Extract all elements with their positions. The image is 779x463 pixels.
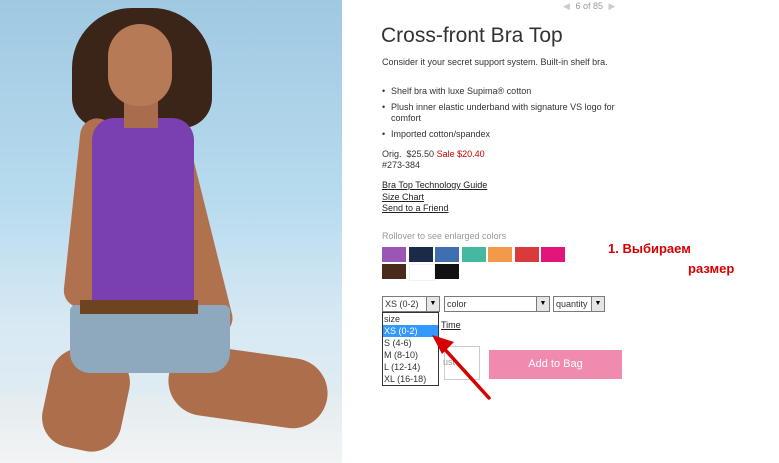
price-line: Orig. $25.50 Sale $20.40 (382, 149, 485, 159)
model-face (108, 24, 172, 106)
bra-top-guide-link[interactable]: Bra Top Technology Guide (382, 180, 487, 192)
model-belt (80, 300, 198, 314)
size-option[interactable]: L (12-14) (383, 361, 438, 373)
feature-item: Shelf bra with luxe Supima® cotton (382, 86, 632, 97)
size-option[interactable]: XS (0-2) (383, 325, 438, 337)
orig-price: $25.50 (406, 149, 435, 159)
add-to-bag-button[interactable]: Add to Bag (489, 350, 622, 379)
size-select[interactable]: XS (0-2) ▼ (382, 296, 440, 312)
rollover-hint: Rollover to see enlarged colors (382, 231, 507, 241)
color-swatch[interactable] (435, 247, 459, 262)
feature-item: Plush inner elastic underband with signa… (382, 102, 632, 124)
size-option[interactable]: M (8-10) (383, 349, 438, 361)
quantity-select[interactable]: quantity ▼ (553, 296, 605, 312)
color-swatch[interactable] (408, 247, 433, 262)
product-links: Bra Top Technology Guide Size Chart Send… (382, 180, 487, 215)
product-pager: ◀ 6 of 85 ▶ (560, 1, 618, 12)
size-option[interactable]: XL (16-18) (383, 373, 438, 385)
color-swatch[interactable] (435, 264, 459, 279)
model-purple-top (92, 118, 194, 308)
chevron-down-icon[interactable]: ▼ (591, 297, 604, 311)
color-select[interactable]: color ▼ (444, 296, 550, 312)
partial-text: ust (443, 357, 456, 367)
send-to-friend-link[interactable]: Send to a Friend (382, 203, 487, 215)
feature-item: Imported cotton/spandex (382, 129, 632, 140)
chevron-down-icon[interactable]: ▼ (426, 297, 439, 311)
color-select-value: color (447, 299, 467, 309)
size-select-value: XS (0-2) (385, 299, 419, 309)
orig-label: Orig. (382, 149, 402, 159)
model-shorts (70, 305, 230, 373)
chevron-down-icon[interactable]: ▼ (536, 297, 549, 311)
color-swatch[interactable] (541, 247, 565, 262)
product-title: Cross-front Bra Top (381, 24, 563, 47)
color-swatch[interactable] (461, 247, 486, 262)
color-swatch[interactable] (408, 264, 435, 281)
chevron-left-icon[interactable]: ◀ (560, 1, 573, 12)
product-photo (0, 0, 342, 463)
size-dropdown-list: size XS (0-2) S (4-6) M (8-10) L (12-14) XL (… (382, 312, 439, 386)
product-sku: #273-384 (382, 160, 421, 170)
size-option[interactable]: size (383, 313, 438, 325)
product-description: Consider it your secret support system. … (382, 57, 608, 67)
sale-price: Sale $20.40 (436, 149, 485, 159)
chevron-right-icon[interactable]: ▶ (605, 1, 618, 12)
annotation-line-1: 1. Выбираем (608, 241, 691, 256)
feature-list: Shelf bra with luxe Supima® cotton Plush… (382, 86, 632, 145)
color-swatch[interactable] (382, 247, 406, 262)
color-swatch[interactable] (382, 264, 406, 279)
time-link-partial[interactable]: Time (441, 320, 461, 330)
pager-text: 6 of 85 (575, 1, 603, 11)
annotation-line-2: размер (688, 261, 735, 276)
color-swatch[interactable] (514, 247, 539, 262)
color-swatch[interactable] (488, 247, 512, 262)
quantity-select-value: quantity (556, 299, 588, 309)
partially-hidden-box: ust (443, 346, 480, 380)
size-option[interactable]: S (4-6) (383, 337, 438, 349)
size-chart-link[interactable]: Size Chart (382, 192, 487, 204)
